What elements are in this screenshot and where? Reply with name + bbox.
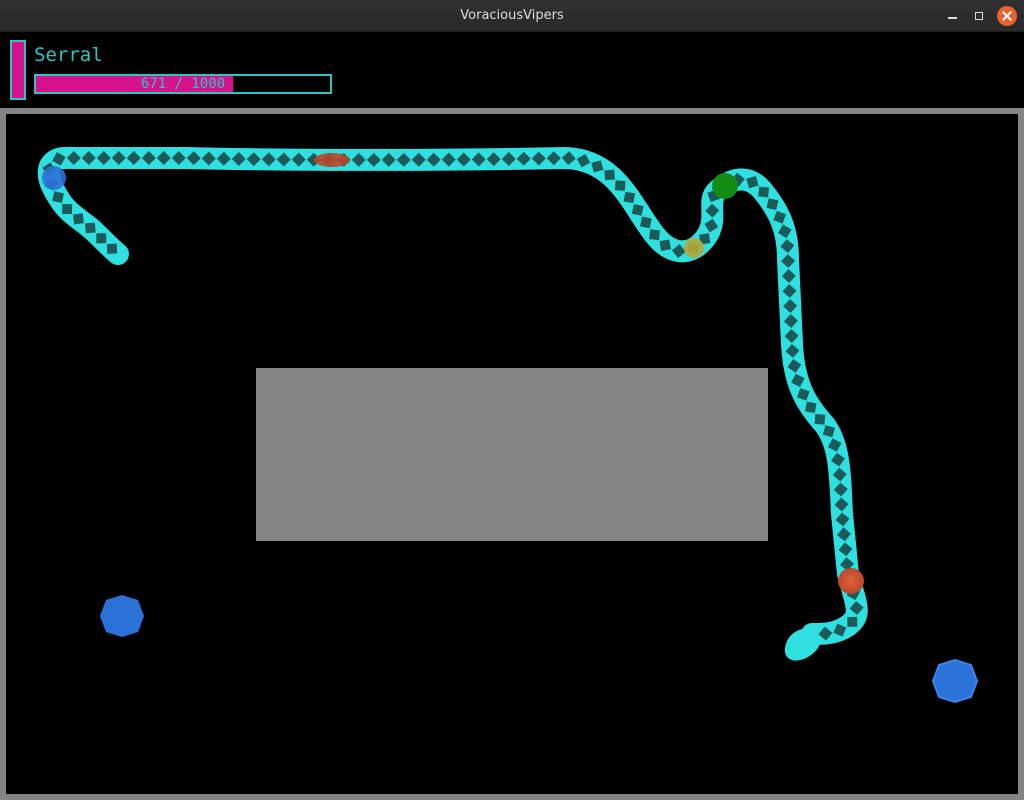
player-name: Serral (34, 44, 103, 66)
health-text: 671 / 1000 (140, 76, 226, 92)
snake-segment-yellow (684, 238, 704, 258)
minimize-button[interactable] (942, 6, 962, 26)
snake-segment-red (314, 153, 350, 167)
health-bar: 671 / 1000 (34, 74, 332, 94)
close-button[interactable] (997, 6, 1017, 26)
maximize-icon (975, 12, 983, 20)
food-pellet (931, 658, 979, 704)
obstacle-block (256, 368, 768, 541)
window-title: VoraciousVipers (460, 8, 564, 23)
maximize-button[interactable] (969, 6, 989, 26)
game-arena[interactable] (6, 114, 1018, 794)
snake-segment-red (838, 568, 864, 594)
arena-canvas (37, 146, 979, 704)
snake-head (784, 628, 820, 661)
game-window: VoraciousVipers Serral 671 / 1000 (0, 0, 1024, 800)
minimize-icon (947, 17, 957, 19)
snake-segment-green (712, 173, 738, 199)
player-color-swatch (10, 40, 26, 100)
title-bar[interactable]: VoraciousVipers (0, 0, 1024, 32)
close-icon (1002, 11, 1012, 21)
food-pellet (100, 595, 144, 637)
snake-segment-blue (42, 166, 66, 190)
player-hud: Serral 671 / 1000 (0, 32, 1024, 108)
